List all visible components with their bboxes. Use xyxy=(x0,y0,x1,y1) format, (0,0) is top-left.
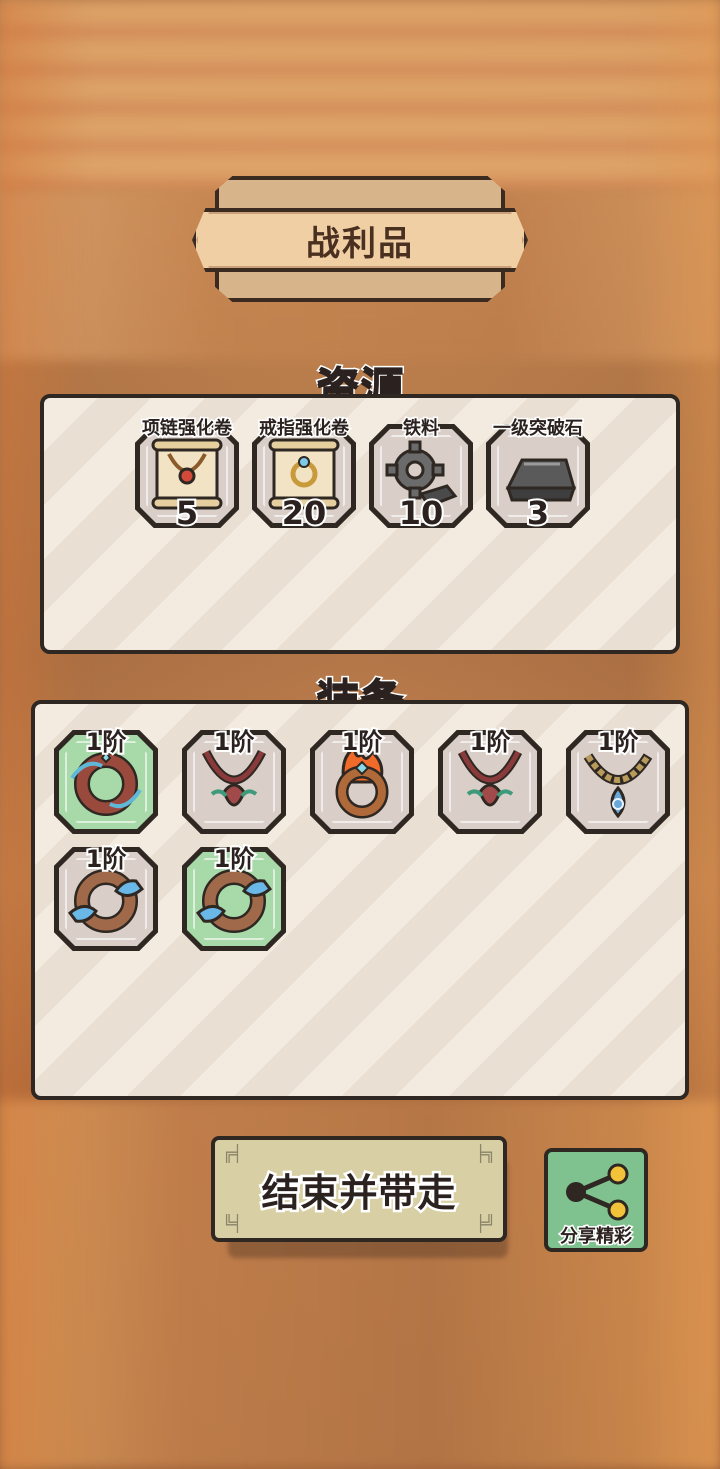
equipment-item[interactable]: 1阶 xyxy=(182,726,286,834)
resource-item-ring-scroll[interactable]: 戒指强化卷 20 xyxy=(252,417,356,534)
equipment-item[interactable]: 1阶 xyxy=(566,726,670,834)
corner-ornament: ╚╡ xyxy=(223,1214,243,1233)
equipment-item[interactable]: 1阶 xyxy=(54,843,158,951)
background-top xyxy=(0,0,720,190)
equipment-tier: 1阶 xyxy=(212,726,257,758)
equipment-tier: 1阶 xyxy=(84,726,129,758)
page-title: 战利品 xyxy=(306,223,414,264)
end-button-label: 结束并带走 xyxy=(259,1168,458,1217)
equipment-item[interactable]: 1阶 xyxy=(182,843,286,951)
equipment-tier: 1阶 xyxy=(468,726,513,758)
equipment-tier: 1阶 xyxy=(212,843,257,875)
end-and-take-button[interactable]: ╔╡ ╞╗ ╚╡ ╞╝ 结束并带走 xyxy=(211,1136,507,1242)
equipment-tier: 1阶 xyxy=(84,843,129,875)
corner-ornament: ╞╗ xyxy=(475,1144,495,1163)
equipment-tier: 1阶 xyxy=(596,726,641,758)
resource-item-count: 20 xyxy=(280,492,329,534)
resource-item-label: 一级突破石 xyxy=(492,417,585,441)
resource-item-necklace-scroll[interactable]: 项链强化卷 5 xyxy=(135,417,239,534)
equipment-panel: 1阶 1阶 1阶 1阶 1阶 1阶 1阶 xyxy=(31,700,689,1100)
share-button[interactable]: 分享精彩 xyxy=(544,1148,648,1252)
corner-ornament: ╔╡ xyxy=(223,1144,243,1163)
corner-ornament: ╞╝ xyxy=(475,1214,495,1233)
equipment-item[interactable]: 1阶 xyxy=(310,726,414,834)
resource-item-count: 10 xyxy=(397,492,446,534)
resource-item-iron[interactable]: 铁料 10 xyxy=(369,417,473,534)
equipment-item[interactable]: 1阶 xyxy=(54,726,158,834)
equipment-item[interactable]: 1阶 xyxy=(438,726,542,834)
resource-item-breakthrough-stone[interactable]: 一级突破石 3 xyxy=(486,417,590,534)
share-icon xyxy=(566,1163,629,1221)
resource-item-count: 5 xyxy=(174,492,200,534)
resource-item-count: 3 xyxy=(525,492,551,534)
share-button-label: 分享精彩 xyxy=(559,1225,634,1249)
resources-panel: 项链强化卷 5 戒指强化卷 20 铁料 10 一级突破石 3 xyxy=(40,394,680,654)
equipment-tier: 1阶 xyxy=(340,726,385,758)
